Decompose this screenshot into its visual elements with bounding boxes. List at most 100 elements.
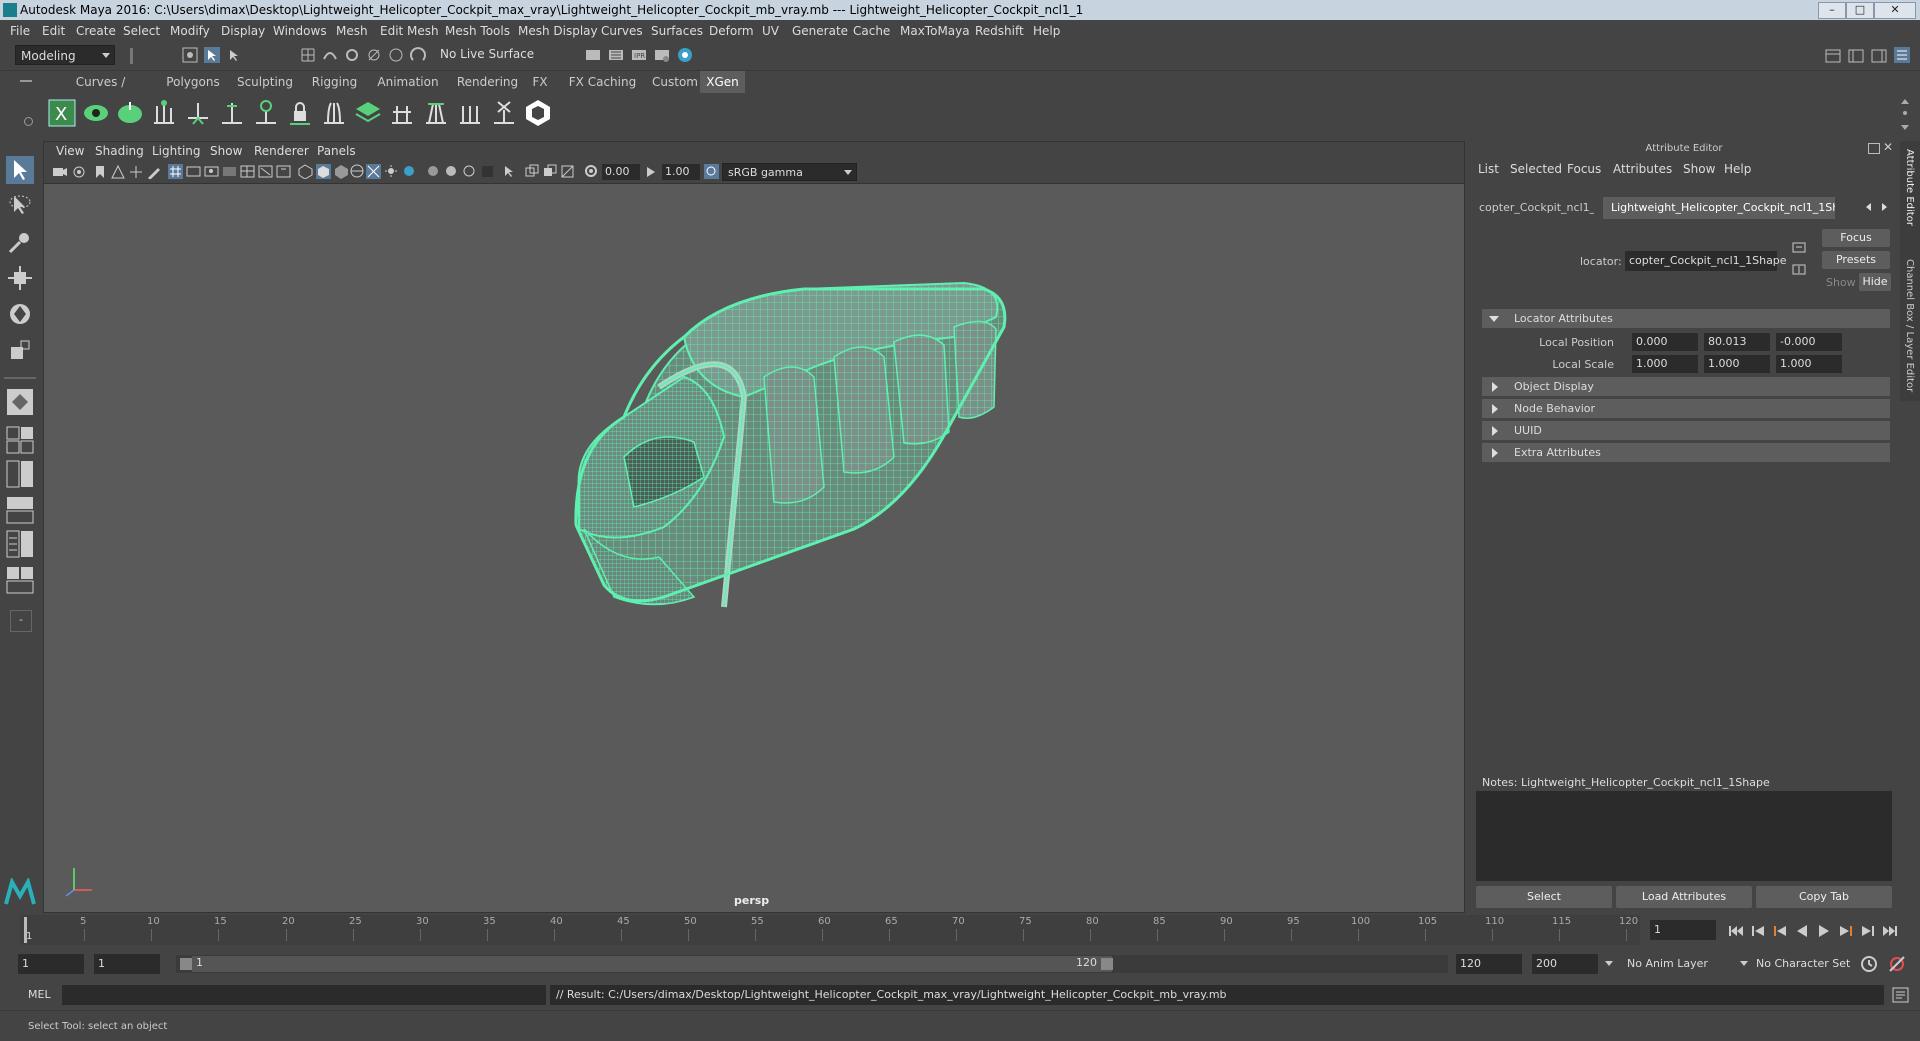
show-button[interactable]: Show — [1826, 276, 1856, 289]
menu-file[interactable]: File — [10, 20, 30, 42]
snap-surface-icon[interactable] — [388, 47, 404, 63]
vp-menu-show[interactable]: Show — [210, 142, 242, 161]
shelf-tab-xgen[interactable]: XGen — [700, 71, 745, 93]
snap-grid-icon[interactable] — [300, 47, 316, 63]
minimize-button[interactable]: – — [1818, 2, 1846, 19]
hypershade-icon[interactable] — [677, 47, 693, 63]
focus-button[interactable]: Focus — [1822, 229, 1890, 247]
film-gate-icon[interactable] — [186, 164, 201, 179]
step-back-key-icon[interactable] — [1750, 924, 1766, 938]
auto-key-icon[interactable] — [1860, 955, 1878, 973]
snap-curve-icon[interactable] — [322, 47, 338, 63]
side-tab-attribute-editor[interactable]: Attribute Editor — [1904, 149, 1915, 226]
section-node-behavior[interactable]: Node Behavior — [1482, 399, 1890, 418]
smooth-shade-icon[interactable] — [316, 164, 331, 179]
node-name-field[interactable]: copter_Cockpit_ncl1_1Shape — [1625, 251, 1787, 271]
render-settings-icon[interactable] — [654, 47, 670, 63]
shelf-tab-animation[interactable]: Animation — [368, 71, 448, 93]
local-position-z-field[interactable]: -0.000 — [1776, 333, 1842, 351]
rotate-tool-icon[interactable] — [6, 300, 34, 328]
shelf-scroll[interactable] — [1900, 97, 1910, 135]
go-to-output-icon[interactable] — [1792, 263, 1808, 277]
vp-menu-lighting[interactable]: Lighting — [152, 142, 201, 161]
xgen-hexagon-icon[interactable] — [523, 98, 553, 128]
shelf-settings-icon[interactable] — [24, 117, 33, 126]
xray-components-icon[interactable] — [542, 164, 557, 179]
play-forward-icon[interactable] — [1816, 924, 1832, 938]
ae-menu-help[interactable]: Help — [1724, 162, 1751, 176]
xgen-layers-icon[interactable] — [353, 98, 383, 128]
gate-mask-icon[interactable] — [222, 164, 237, 179]
load-attributes-button[interactable]: Load Attributes — [1616, 886, 1752, 908]
go-to-end-icon[interactable] — [1882, 924, 1898, 938]
shelf-menu-icon[interactable] — [20, 80, 32, 82]
toggle-attribute-editor-icon[interactable] — [1894, 47, 1910, 63]
section-object-display[interactable]: Object Display — [1482, 377, 1890, 396]
notes-textarea[interactable] — [1476, 791, 1892, 881]
gamma-field[interactable]: 1.00 — [662, 164, 700, 180]
move-tool-icon[interactable] — [6, 264, 34, 292]
menu-cache[interactable]: Cache — [853, 20, 890, 42]
multisample-aa-icon[interactable] — [444, 164, 459, 179]
ipr-render-icon[interactable]: IPR — [631, 47, 647, 63]
grid-icon[interactable] — [168, 164, 183, 179]
toggle-outliner-icon[interactable] — [1848, 48, 1864, 64]
playback-start-field[interactable]: 1 — [94, 954, 160, 974]
ae-menu-attributes[interactable]: Attributes — [1613, 162, 1672, 176]
paint-select-tool-icon[interactable] — [6, 228, 34, 256]
shelf-tab-rigging[interactable]: Rigging — [302, 71, 367, 93]
xgen-create-description-icon[interactable] — [115, 98, 145, 128]
select-tool-icon[interactable] — [6, 156, 34, 184]
single-perspective-layout-icon[interactable] — [6, 388, 34, 416]
shelf-tab-polygons[interactable]: Polygons — [158, 71, 228, 93]
menu-surfaces[interactable]: Surfaces — [651, 20, 703, 42]
snap-view-icon[interactable] — [366, 47, 382, 63]
go-to-start-icon[interactable] — [1728, 924, 1744, 938]
snap-point-icon[interactable] — [344, 47, 360, 63]
menu-generate[interactable]: Generate — [792, 20, 848, 42]
tab-scroll-right-icon[interactable] — [1882, 203, 1887, 211]
xgen-sculpt-guide-icon[interactable] — [251, 98, 281, 128]
menu-mesh-tools[interactable]: Mesh Tools — [445, 20, 510, 42]
ae-menu-show[interactable]: Show — [1683, 162, 1715, 176]
xray-joints-icon[interactable] — [524, 164, 539, 179]
camera-icon[interactable] — [52, 164, 67, 179]
close-panel-icon[interactable]: ✕ — [1883, 140, 1893, 154]
xgen-add-guide-icon[interactable] — [217, 98, 247, 128]
isolate-select-icon[interactable] — [480, 164, 495, 179]
section-uuid[interactable]: UUID — [1482, 421, 1890, 440]
ae-tab-transform[interactable]: copter_Cockpit_ncl1_1 — [1476, 197, 1594, 219]
copy-tab-button[interactable]: Copy Tab — [1756, 886, 1892, 908]
toggle-channel-box-icon[interactable] — [1871, 48, 1887, 64]
helicopter-cockpit-wireframe[interactable] — [564, 267, 1024, 622]
vp-menu-view[interactable]: View — [56, 142, 84, 161]
xgen-place-guide-icon[interactable] — [183, 98, 213, 128]
select-button[interactable]: Select — [1476, 886, 1612, 908]
shelf-tab-sculpting[interactable]: Sculpting — [230, 71, 300, 93]
shelf-tab-fx-caching[interactable]: FX Caching — [560, 71, 645, 93]
go-to-input-icon[interactable] — [1792, 241, 1808, 255]
range-bar[interactable] — [192, 956, 1112, 972]
select-component-icon[interactable] — [226, 47, 242, 63]
persp-graph-layout-icon[interactable] — [6, 530, 34, 558]
ae-menu-selected[interactable]: Selected — [1510, 162, 1562, 176]
resolution-gate-icon[interactable] — [204, 164, 219, 179]
section-locator-attributes[interactable]: Locator Attributes — [1482, 309, 1890, 328]
bookmark-icon[interactable] — [92, 164, 107, 179]
camera-attributes-icon[interactable] — [72, 164, 87, 179]
xgen-delete-guide-icon[interactable] — [489, 98, 519, 128]
shelf-tab-curves-surfaces[interactable]: Curves / Surfaces — [48, 71, 153, 111]
local-position-y-field[interactable]: 80.013 — [1704, 333, 1770, 351]
xray-icon[interactable] — [502, 164, 517, 179]
vp-menu-renderer[interactable]: Renderer — [254, 142, 309, 161]
side-tab-channel-box[interactable]: Channel Box / Layer Editor — [1904, 259, 1915, 392]
menu-help[interactable]: Help — [1033, 20, 1060, 42]
local-scale-z-field[interactable]: 1.000 — [1776, 355, 1842, 373]
animation-preferences-icon[interactable] — [1888, 955, 1908, 973]
motion-blur-icon[interactable] — [426, 164, 441, 179]
menu-mesh-display[interactable]: Mesh Display — [518, 20, 598, 42]
hide-button[interactable]: Hide — [1859, 273, 1891, 291]
local-scale-x-field[interactable]: 1.000 — [1632, 355, 1698, 373]
local-scale-y-field[interactable]: 1.000 — [1704, 355, 1770, 373]
lasso-tool-icon[interactable] — [6, 192, 34, 220]
